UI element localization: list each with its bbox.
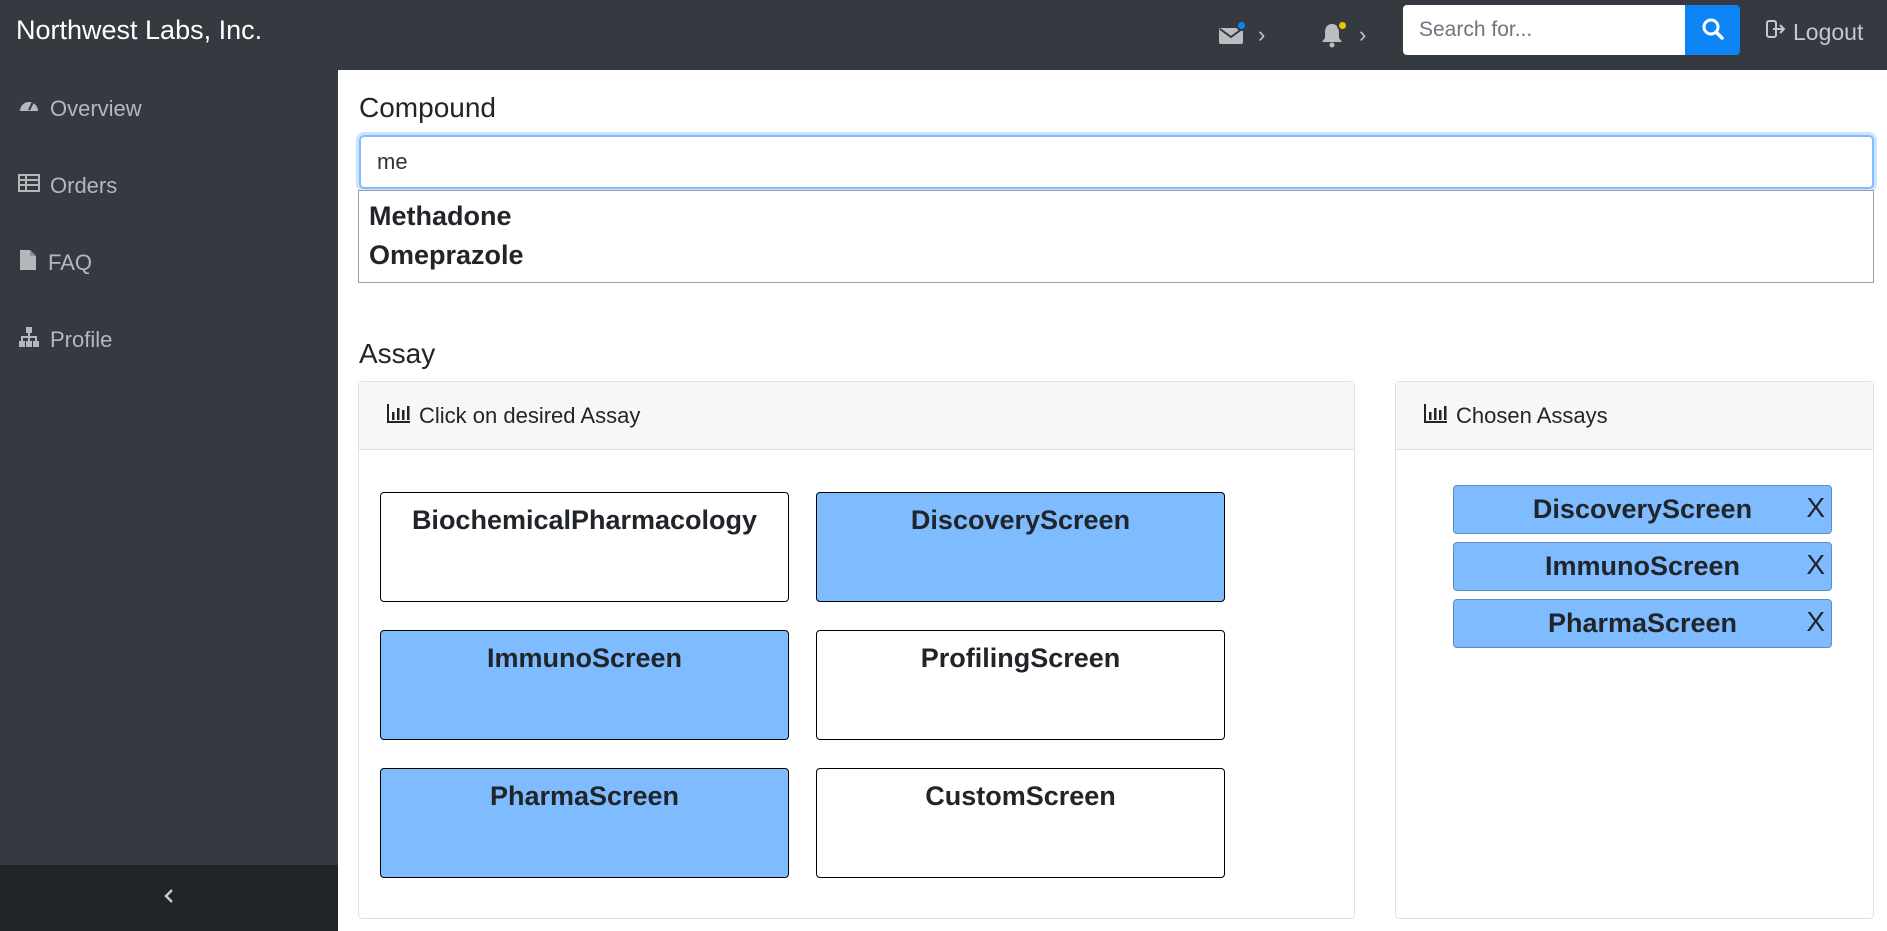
alert-indicator-dot [1337, 20, 1348, 31]
suggestion-item[interactable]: Omeprazole [369, 236, 1863, 275]
remove-assay-button[interactable]: X [1806, 606, 1825, 638]
compound-input[interactable] [359, 135, 1874, 189]
main-content: Compound Methadone Omeprazole Assay Clic… [338, 70, 1887, 931]
chevron-left-icon [162, 887, 176, 910]
remove-assay-button[interactable]: X [1806, 549, 1825, 581]
chosen-assay-item: ImmunoScreen X [1453, 542, 1832, 591]
chevron-right-icon: › [1359, 22, 1367, 47]
chosen-assays-header: Chosen Assays [1396, 382, 1873, 450]
sidebar-item-overview[interactable]: Overview [18, 92, 142, 126]
table-icon [18, 172, 40, 200]
assay-option-profilingscreen[interactable]: ProfilingScreen [816, 630, 1225, 740]
chosen-assay-name: PharmaScreen [1547, 608, 1738, 638]
chosen-assays-card: Chosen Assays DiscoveryScreen X ImmunoSc… [1395, 381, 1874, 919]
assay-option-pharmascreen[interactable]: PharmaScreen [380, 768, 789, 878]
assay-option-discoveryscreen[interactable]: DiscoveryScreen [816, 492, 1225, 602]
bar-chart-icon [387, 403, 411, 429]
assay-picker-header: Click on desired Assay [359, 382, 1354, 450]
assay-label: Assay [359, 338, 436, 369]
bar-chart-icon [1424, 403, 1448, 429]
sidebar-item-orders[interactable]: Orders [18, 169, 117, 203]
suggestion-item[interactable]: Methadone [369, 197, 1863, 236]
assay-option-biochemicalpharmacology[interactable]: BiochemicalPharmacology [380, 492, 789, 602]
chevron-right-icon: › [1258, 22, 1266, 47]
sidebar-item-profile[interactable]: Profile [18, 323, 112, 357]
assay-picker-card: Click on desired Assay BiochemicalPharma… [358, 381, 1355, 919]
chosen-assay-name: ImmunoScreen [1544, 551, 1741, 581]
compound-label: Compound [359, 92, 496, 123]
envelope-icon [1218, 20, 1247, 48]
chosen-assay-item: PharmaScreen X [1453, 599, 1832, 648]
sidebar-toggle-button[interactable] [0, 865, 338, 931]
sidebar-item-label: Overview [50, 96, 142, 121]
compound-suggestions: Methadone Omeprazole [358, 190, 1874, 283]
search-form [1403, 5, 1740, 55]
chosen-assay-item: DiscoveryScreen X [1453, 485, 1832, 534]
assay-picker-title: Click on desired Assay [419, 402, 641, 428]
logout-link[interactable]: Logout [1765, 18, 1863, 46]
assay-option-immunoscreen[interactable]: ImmunoScreen [380, 630, 789, 740]
alerts-dropdown[interactable]: › [1319, 18, 1366, 52]
search-button[interactable] [1685, 5, 1740, 55]
remove-assay-button[interactable]: X [1806, 492, 1825, 524]
bell-icon [1319, 20, 1348, 48]
messages-dropdown[interactable]: › [1218, 18, 1265, 52]
search-input[interactable] [1403, 5, 1685, 55]
brand-title[interactable]: Northwest Labs, Inc. [16, 15, 262, 46]
chosen-assay-name: DiscoveryScreen [1532, 494, 1753, 524]
assay-option-customscreen[interactable]: CustomScreen [816, 768, 1225, 878]
sidebar-item-label: FAQ [48, 250, 93, 275]
chosen-assays-title: Chosen Assays [1456, 402, 1608, 428]
sitemap-icon [18, 326, 40, 354]
sidebar-item-faq[interactable]: FAQ [18, 246, 92, 280]
tachometer-icon [18, 95, 40, 123]
top-navbar: Northwest Labs, Inc. › › Logout [0, 0, 1887, 70]
logout-label: Logout [1793, 18, 1864, 45]
sidebar-item-label: Profile [50, 327, 113, 352]
file-icon [18, 249, 38, 277]
sidebar-item-label: Orders [50, 173, 118, 198]
search-icon [1701, 17, 1725, 44]
sidebar: Overview Orders FAQ Profile [0, 70, 338, 931]
sign-out-icon [1765, 18, 1787, 46]
message-indicator-dot [1236, 20, 1247, 31]
